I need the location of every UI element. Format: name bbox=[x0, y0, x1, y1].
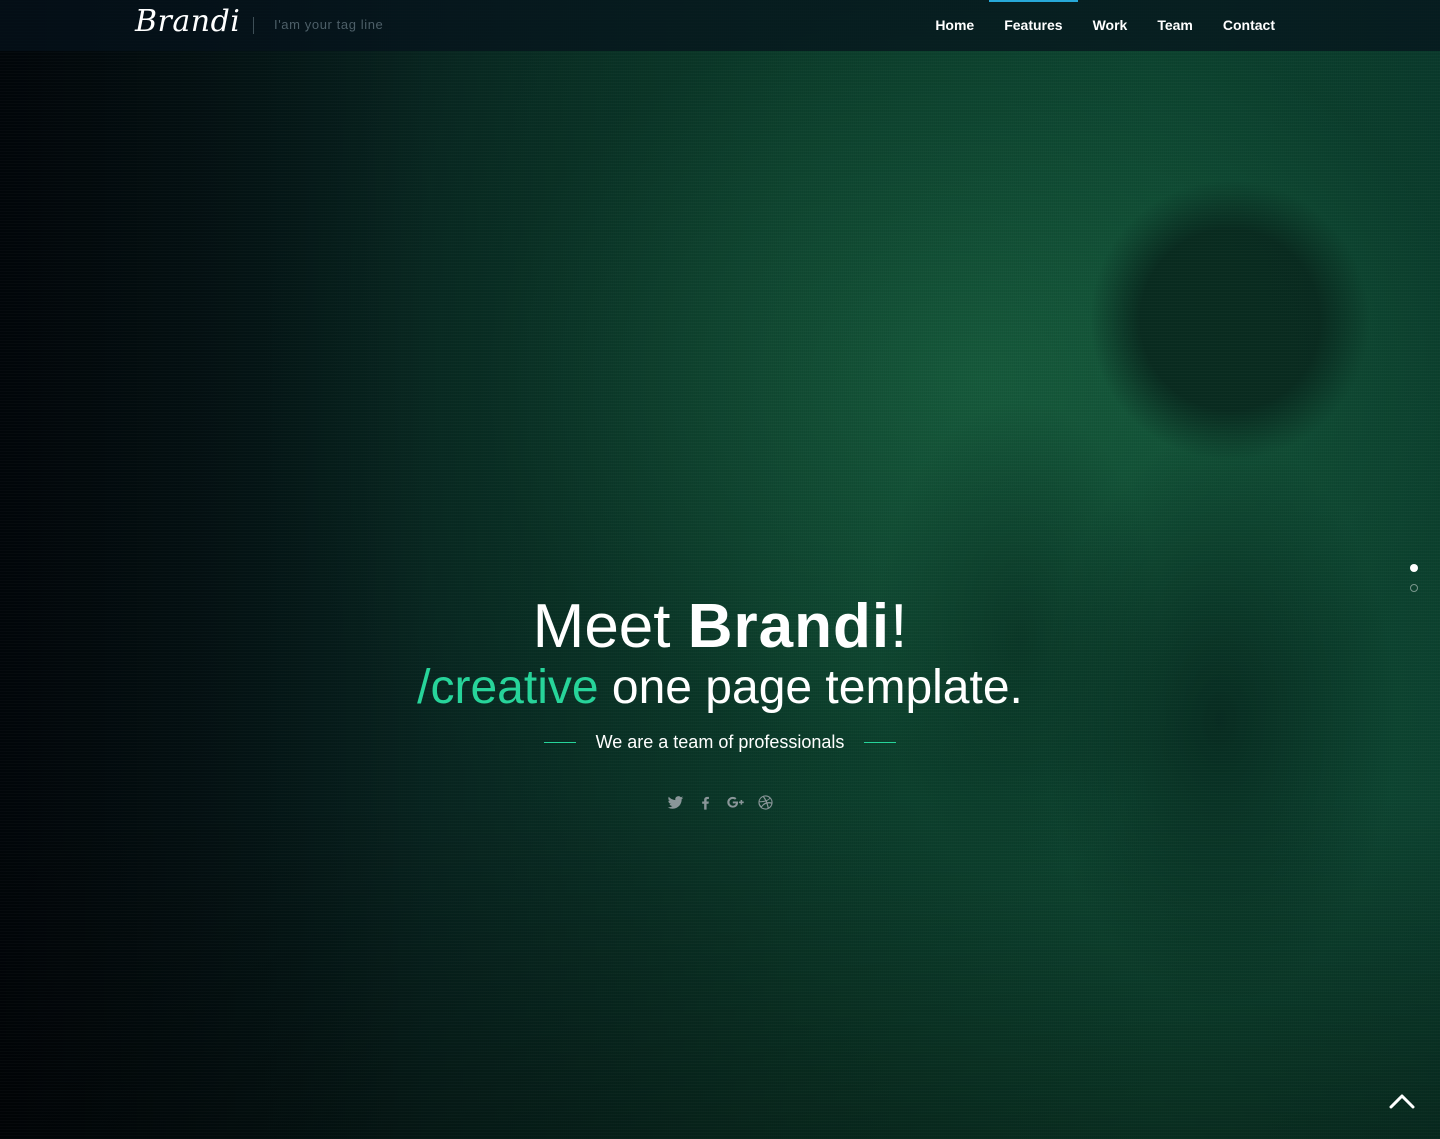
google-plus-icon[interactable] bbox=[726, 793, 744, 811]
nav-work[interactable]: Work bbox=[1078, 0, 1143, 51]
hero-tagline-row: We are a team of professionals bbox=[0, 732, 1440, 753]
hero-subheadline: /creative one page template. bbox=[0, 658, 1440, 718]
back-to-top-icon[interactable] bbox=[1388, 1091, 1416, 1111]
hero-content: Meet Brandi! /creative one page template… bbox=[0, 590, 1440, 811]
site-tagline: I'am your tag line bbox=[274, 17, 384, 32]
hero-headline: Meet Brandi! bbox=[0, 590, 1440, 664]
nav-home[interactable]: Home bbox=[920, 0, 989, 51]
social-links bbox=[0, 793, 1440, 811]
subheadline-accent: /creative bbox=[417, 661, 599, 714]
headline-suffix: ! bbox=[890, 592, 908, 661]
headline-brand: Brandi bbox=[687, 592, 891, 661]
slider-dots bbox=[1410, 564, 1418, 592]
nav-team[interactable]: Team bbox=[1142, 0, 1208, 51]
dribbble-icon[interactable] bbox=[756, 793, 774, 811]
nav-features[interactable]: Features bbox=[989, 0, 1078, 51]
hero-section: Brandi I'am your tag line Home Features … bbox=[0, 0, 1440, 1139]
facebook-icon[interactable] bbox=[696, 793, 714, 811]
hero-tagline: We are a team of professionals bbox=[595, 732, 845, 752]
headline-prefix: Meet bbox=[532, 592, 688, 661]
slider-dot-1[interactable] bbox=[1410, 564, 1418, 572]
tagline-rule-left bbox=[543, 742, 576, 743]
slider-dot-2[interactable] bbox=[1410, 584, 1418, 592]
logo-divider bbox=[253, 17, 254, 34]
main-nav: Home Features Work Team Contact bbox=[920, 0, 1290, 51]
twitter-icon[interactable] bbox=[666, 793, 684, 811]
navbar: Brandi I'am your tag line Home Features … bbox=[0, 0, 1440, 51]
subheadline-rest: one page template. bbox=[598, 661, 1023, 714]
tagline-rule-right bbox=[864, 742, 897, 743]
brand-logo[interactable]: Brandi bbox=[135, 4, 240, 39]
nav-contact[interactable]: Contact bbox=[1208, 0, 1290, 51]
